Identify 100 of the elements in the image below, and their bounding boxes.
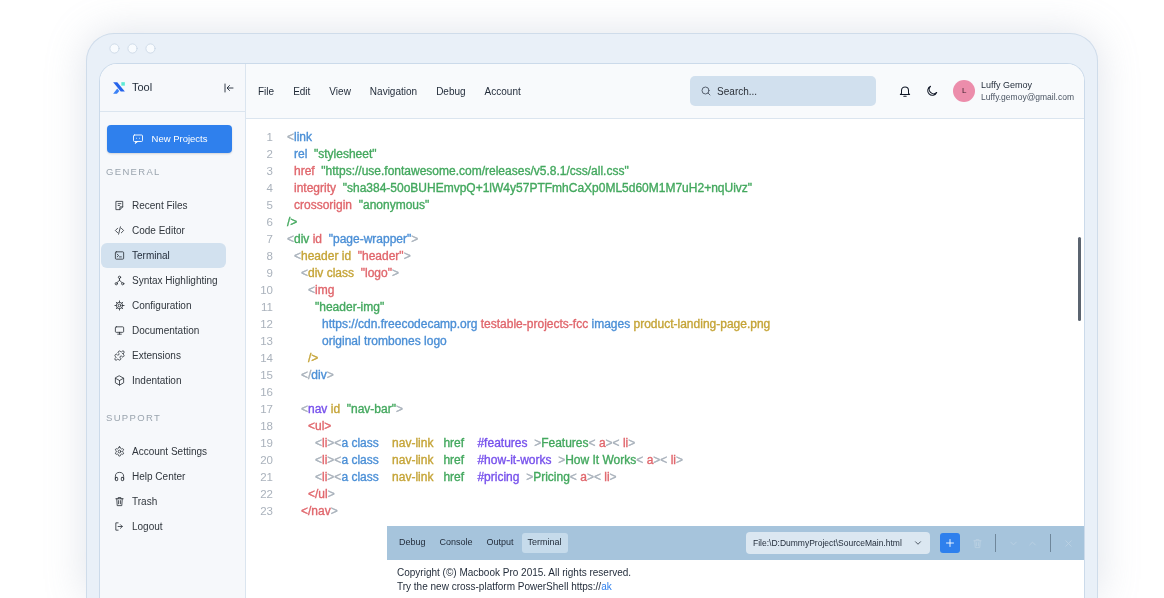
- code-line: crossorigin "anonymous": [294, 197, 430, 214]
- line-number: 23: [259, 503, 273, 519]
- code-line: <ul>: [308, 418, 332, 435]
- terminal-output-line: Try the new cross-platform PowerShell https://ak: [397, 580, 612, 594]
- code-line: integrity "sha384-50oBUHEmvpQ+1lW4y57PTFmhCaXp0ML5d60M1M7uH2+nqUivz": [294, 180, 753, 197]
- search-field[interactable]: Search...: [690, 76, 877, 106]
- code-line: <link: [287, 129, 313, 146]
- menu-item[interactable]: Navigation: [369, 83, 418, 99]
- code-line: <div class "logo">: [301, 265, 399, 282]
- line-number: 1: [265, 129, 273, 145]
- code-line: <li><a class nav-link href #pricing >Pricing< a>< li>: [315, 469, 617, 486]
- line-number: 17: [259, 401, 273, 417]
- code-line: "header-img": [315, 299, 385, 316]
- line-number: 4: [265, 180, 273, 196]
- line-number: 7: [265, 231, 273, 247]
- line-number: 8: [265, 248, 273, 264]
- sidebar-item[interactable]: Trash: [101, 489, 226, 514]
- code-line: <li><a class nav-link href #features >Features< a>< li>: [315, 435, 636, 452]
- terminal-output-line: Copyright (©) Macbook Pro 2015. All rights reserved.: [397, 566, 632, 580]
- add-terminal-button[interactable]: [940, 533, 960, 553]
- hierarchy-icon: [114, 275, 125, 286]
- cube-icon: [114, 375, 125, 386]
- terminal-tab[interactable]: Output: [480, 533, 520, 553]
- line-number: 16: [259, 384, 273, 400]
- monitor-icon: [114, 325, 125, 336]
- sidebar-item[interactable]: Extensions: [101, 343, 226, 368]
- logout-icon: [114, 521, 125, 532]
- terminal-tab[interactable]: Terminal: [521, 533, 568, 553]
- line-number: 13: [259, 333, 273, 349]
- new-project-button[interactable]: New Projects: [107, 125, 232, 153]
- sidebar-item[interactable]: Account Settings: [101, 439, 226, 464]
- user-email: Luffy.gemoy@gmail.com: [981, 91, 1074, 103]
- section-title: GENERAL: [105, 166, 162, 178]
- trash-icon: [114, 496, 125, 507]
- puzzle-icon: [114, 350, 125, 361]
- menu-item[interactable]: Edit: [293, 83, 311, 99]
- code-line: rel "stylesheet": [294, 146, 377, 163]
- bell-icon[interactable]: [898, 84, 913, 98]
- menu-item[interactable]: View: [329, 83, 351, 99]
- code-line: <li><a class nav-link href #how-it-works >How It Works< a>< li>: [315, 452, 683, 469]
- line-number: 6: [265, 214, 273, 230]
- sidebar-item[interactable]: Code Editor: [101, 218, 226, 243]
- code-line: <header id "header">: [294, 248, 411, 265]
- code-icon: [114, 225, 125, 236]
- chevron-down-icon: [913, 538, 923, 548]
- headphones-icon: [114, 471, 125, 482]
- user-name: Luffy Gemoy: [981, 79, 1033, 91]
- code-line: </nav>: [301, 503, 338, 520]
- scrollbar-thumb[interactable]: [1078, 237, 1081, 321]
- line-number: 3: [265, 163, 273, 179]
- terminal-tab[interactable]: Console: [433, 533, 479, 553]
- code-line: />: [308, 350, 319, 367]
- sidebar-item[interactable]: Documentation: [101, 318, 226, 343]
- line-number: 14: [259, 350, 273, 366]
- code-line: <div id "page-wrapper">: [287, 231, 419, 248]
- window-control-icon[interactable]: [145, 43, 156, 54]
- menu-item[interactable]: Debug: [436, 83, 466, 99]
- sidebar-item[interactable]: Configuration: [101, 293, 226, 318]
- window-control-icon[interactable]: [109, 43, 120, 54]
- line-number: 10: [259, 282, 273, 298]
- line-number: 22: [259, 486, 273, 502]
- line-number: 5: [265, 197, 273, 213]
- line-number: 21: [259, 469, 273, 485]
- terminal-tab[interactable]: Debug: [393, 533, 432, 553]
- terminal-icon: [114, 250, 125, 261]
- sidebar-item[interactable]: Terminal: [101, 243, 226, 268]
- collapse-sidebar-icon[interactable]: [223, 81, 235, 94]
- line-number: 19: [259, 435, 273, 451]
- code-line: </ul>: [308, 486, 335, 503]
- line-number: 12: [259, 316, 273, 332]
- code-line: original trombones logo: [322, 333, 447, 350]
- code-line: </div>: [301, 367, 334, 384]
- line-number: 11: [260, 299, 273, 315]
- app-name: Tool: [132, 80, 153, 96]
- moon-icon[interactable]: [925, 84, 940, 98]
- file-dropdown[interactable]: File:\D:DummyProject\SourceMain.html: [746, 532, 930, 554]
- line-number: 20: [259, 452, 273, 468]
- link[interactable]: ak: [601, 581, 612, 592]
- sidebar-item[interactable]: Help Center: [101, 464, 226, 489]
- code-line: https://cdn.freecodecamp.org testable-projects-fcc images product-landing-page.png: [322, 316, 771, 333]
- user-avatar[interactable]: L: [953, 80, 976, 102]
- gear-icon: [114, 446, 125, 457]
- sidebar-item[interactable]: Syntax Highlighting: [101, 268, 226, 293]
- plus-icon: [944, 537, 956, 549]
- menu-item[interactable]: File: [258, 83, 275, 99]
- code-line: <nav id "nav-bar">: [301, 401, 403, 418]
- window-control-icon[interactable]: [127, 43, 138, 54]
- chat-icon: [131, 133, 144, 145]
- gear-icon: [114, 300, 125, 311]
- menu-item[interactable]: Account: [484, 83, 521, 99]
- code-line: href "https://use.fontawesome.com/releases/v5.8.1/css/all.css": [294, 163, 629, 180]
- section-title: SUPPORT: [105, 412, 163, 424]
- code-line: />: [287, 214, 298, 231]
- sidebar-item[interactable]: Indentation: [101, 368, 226, 393]
- document-icon: [114, 200, 125, 211]
- logo-icon: [112, 80, 126, 95]
- sidebar-item[interactable]: Recent Files: [101, 193, 226, 218]
- sidebar-item[interactable]: Logout: [101, 514, 226, 539]
- line-number: 2: [265, 146, 273, 162]
- line-number: 9: [265, 265, 273, 281]
